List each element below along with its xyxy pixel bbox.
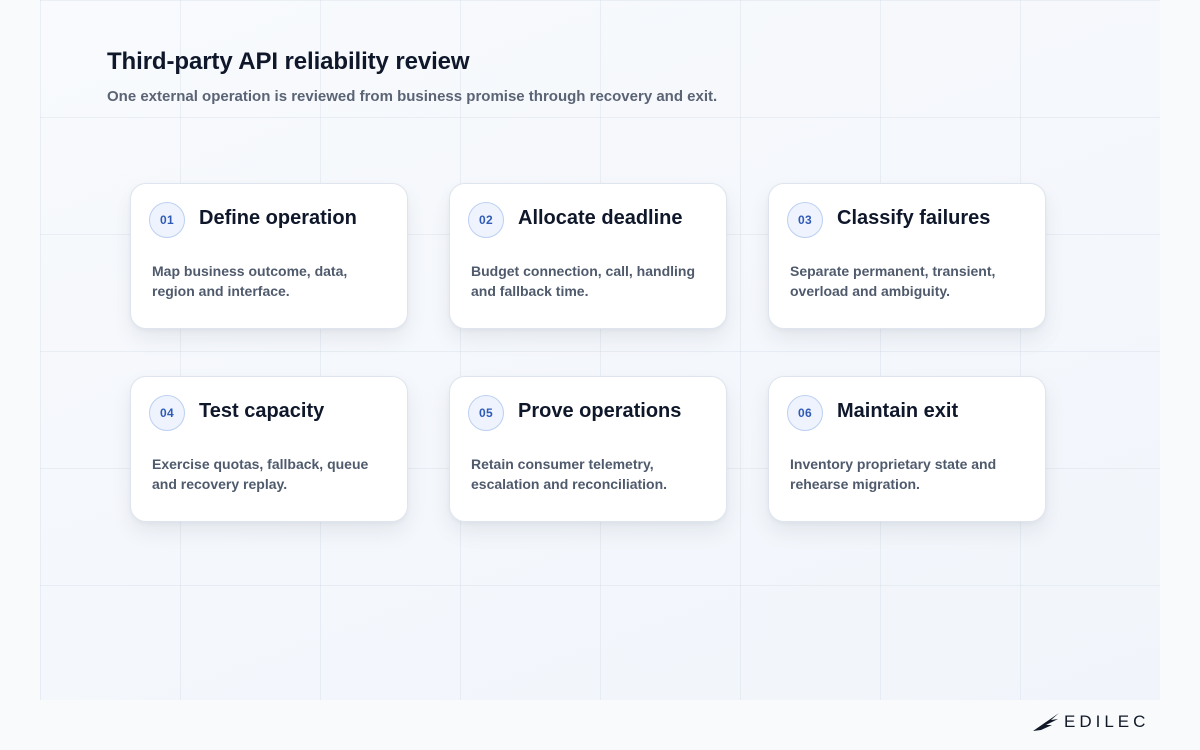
step-number-badge: 04 [149,395,185,431]
step-number-badge: 01 [149,202,185,238]
step-number-badge: 03 [787,202,823,238]
page-title: Third-party API reliability review [107,48,470,75]
step-card-classify-failures: 03 Classify failures Separate permanent,… [768,183,1046,329]
step-title: Define operation [199,207,357,229]
step-number-badge: 02 [468,202,504,238]
brand-logo: EDILEC [1032,710,1149,734]
step-title: Classify failures [837,207,991,229]
step-description: Retain consumer telemetry, escalation an… [471,456,668,492]
step-description: Separate permanent, transient, overload … [790,263,996,299]
step-card-define-operation: 01 Define operation Map business outcome… [130,183,408,329]
step-description: Map business outcome, data, region and i… [152,263,348,299]
bird-wing-logo-icon [1033,713,1059,731]
step-title: Test capacity [199,400,325,422]
step-title: Prove operations [518,400,682,422]
step-card-maintain-exit: 06 Maintain exit Inventory proprietary s… [768,376,1046,522]
step-title: Allocate deadline [518,207,683,229]
step-number-badge: 06 [787,395,823,431]
step-card-allocate-deadline: 02 Allocate deadline Budget connection, … [449,183,727,329]
step-description: Exercise quotas, fallback, queue and rec… [152,456,369,492]
step-number-badge: 05 [468,395,504,431]
step-card-prove-operations: 05 Prove operations Retain consumer tele… [449,376,727,522]
step-description: Inventory proprietary state and rehearse… [790,456,997,492]
step-card-test-capacity: 04 Test capacity Exercise quotas, fallba… [130,376,408,522]
page-subtitle: One external operation is reviewed from … [107,88,718,105]
step-description: Budget connection, call, handling and fa… [471,263,696,299]
brand-name: EDILEC [1064,712,1150,731]
step-title: Maintain exit [837,400,959,422]
diagram-canvas [40,0,1160,700]
